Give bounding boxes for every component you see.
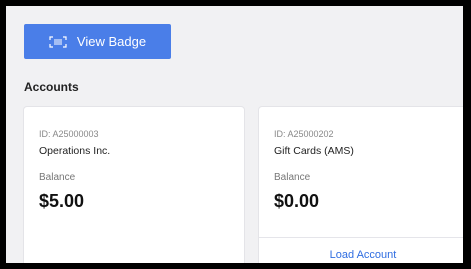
view-badge-label: View Badge [76,34,147,49]
barcode-scan-icon [49,35,67,48]
account-card[interactable]: ID: A25000003 Operations Inc. Balance $5… [24,107,244,263]
accounts-heading: Accounts [24,80,79,94]
account-name: Operations Inc. [39,145,111,157]
balance-label: Balance [274,172,311,183]
card-divider [259,237,463,238]
account-card[interactable]: ID: A25000202 Gift Cards (AMS) Balance $… [259,107,463,263]
load-account-link[interactable]: Load Account [259,249,463,261]
view-badge-button[interactable]: View Badge [24,24,171,59]
balance-value: $0.00 [274,191,320,211]
account-id: ID: A25000202 [274,129,334,139]
app-frame: View Badge Accounts ID: A25000003 Operat… [6,6,463,263]
balance-label: Balance [39,172,76,183]
balance-value: $5.00 [39,191,85,211]
account-id: ID: A25000003 [39,129,99,139]
account-name: Gift Cards (AMS) [274,145,354,157]
